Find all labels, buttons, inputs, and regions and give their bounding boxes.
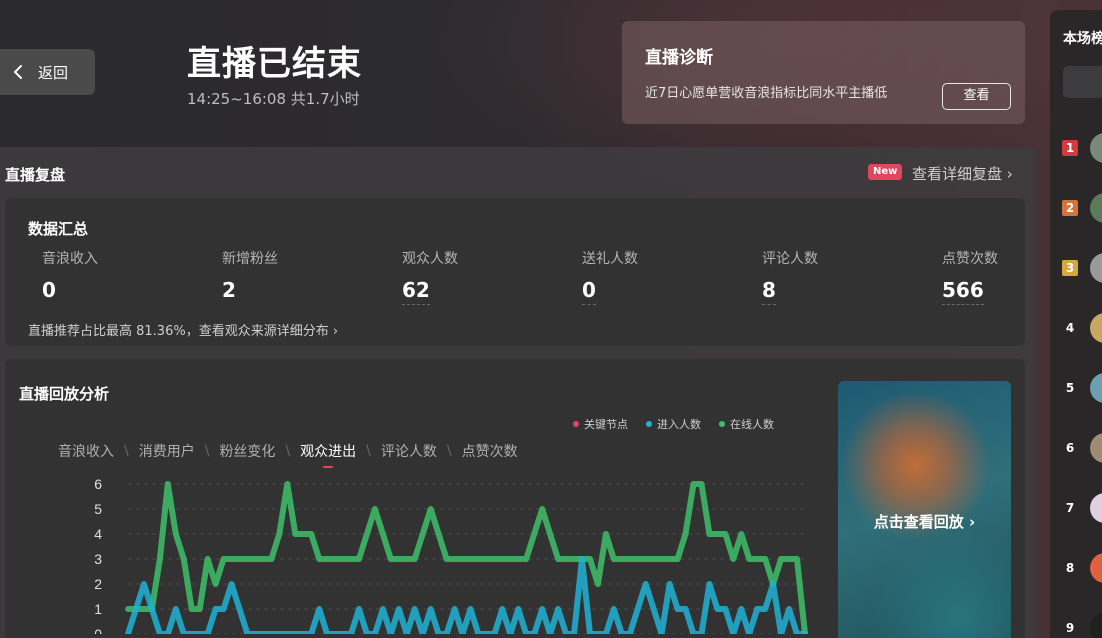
back-label: 返回 bbox=[38, 63, 69, 82]
metric-label: 新增粉丝 bbox=[222, 251, 278, 267]
replay-thumbnail[interactable]: 点击查看回放 › bbox=[838, 381, 1011, 638]
back-button[interactable]: 返回 bbox=[0, 49, 95, 95]
legend-dot bbox=[719, 421, 725, 427]
avatar bbox=[1090, 433, 1102, 463]
metric-value: 566 bbox=[942, 278, 984, 305]
tab-sound-wave[interactable]: 音浪收入 bbox=[58, 441, 114, 461]
tab-separator: \ bbox=[124, 443, 129, 459]
metric-value: 62 bbox=[402, 278, 430, 305]
rank-number: 3 bbox=[1062, 260, 1078, 276]
ranking-row[interactable]: 4 bbox=[1050, 313, 1102, 343]
avatar bbox=[1090, 493, 1102, 523]
review-section-title: 直播复盘 bbox=[5, 166, 66, 184]
metric-value: 0 bbox=[42, 278, 56, 302]
legend-label: 关键节点 bbox=[584, 418, 628, 431]
y-tick-label: 6 bbox=[94, 476, 102, 492]
rank-number: 5 bbox=[1065, 381, 1075, 395]
replay-title: 直播回放分析 bbox=[19, 385, 110, 403]
diagnosis-card: 直播诊断 近7日心愿单营收音浪指标比同水平主播低 查看 bbox=[622, 21, 1025, 124]
y-tick-label: 0 bbox=[94, 626, 102, 634]
metric-label: 评论人数 bbox=[762, 251, 818, 267]
rank-number: 4 bbox=[1065, 321, 1075, 335]
tab-separator: \ bbox=[285, 443, 291, 459]
legend-online: 在线人数 bbox=[719, 416, 774, 432]
watch-replay-label: 点击查看回放 › bbox=[873, 513, 976, 531]
tab-separator: \ bbox=[366, 443, 371, 459]
ranking-row[interactable]: 7 bbox=[1050, 493, 1102, 523]
ranking-row[interactable]: 8 bbox=[1050, 553, 1102, 583]
ranking-row[interactable]: 3 bbox=[1050, 253, 1102, 283]
rank-number: 2 bbox=[1062, 200, 1078, 216]
avatar bbox=[1090, 253, 1102, 283]
y-tick-label: 5 bbox=[94, 501, 102, 517]
avatar bbox=[1090, 373, 1102, 403]
audience-flow-chart: 6 5 4 3 2 1 0 bbox=[94, 476, 808, 634]
metric-value: 2 bbox=[222, 278, 236, 302]
chevron-left-icon bbox=[13, 65, 22, 79]
tab-commenters[interactable]: 评论人数 bbox=[381, 441, 437, 461]
metric-label: 观众人数 bbox=[402, 251, 458, 267]
ranking-row[interactable]: 5 bbox=[1050, 373, 1102, 403]
legend-label: 在线人数 bbox=[730, 418, 774, 431]
tab-likes[interactable]: 点赞次数 bbox=[462, 441, 518, 461]
tab-separator: \ bbox=[204, 443, 210, 459]
series-line-entries bbox=[125, 556, 808, 634]
avatar bbox=[1090, 613, 1102, 638]
tab-consumers[interactable]: 消费用户 bbox=[139, 441, 195, 461]
live-review-panel: 直播复盘 New 查看详细复盘 › 数据汇总 音浪收入 0 新增粉丝 2 观众人… bbox=[0, 147, 1037, 638]
tab-fan-change[interactable]: 粉丝变化 bbox=[219, 441, 275, 461]
metric-value: 0 bbox=[582, 278, 596, 305]
metric-commenters[interactable]: 评论人数 8 bbox=[762, 248, 922, 305]
tab-audience-flow[interactable]: 观众进出 bbox=[300, 441, 356, 468]
metric-label: 送礼人数 bbox=[582, 251, 638, 267]
page-title: 直播已结束 bbox=[187, 44, 362, 84]
summary-title: 数据汇总 bbox=[28, 220, 89, 238]
avatar bbox=[1090, 313, 1102, 343]
rank-number: 8 bbox=[1065, 561, 1075, 575]
avatar bbox=[1090, 133, 1102, 163]
ranking-row[interactable]: 6 bbox=[1050, 433, 1102, 463]
ranking-row[interactable]: 9 bbox=[1050, 613, 1102, 638]
y-tick-label: 2 bbox=[94, 576, 102, 592]
tab-separator: \ bbox=[446, 443, 452, 459]
diagnosis-view-button[interactable]: 查看 bbox=[942, 83, 1011, 110]
legend-dot bbox=[646, 421, 652, 427]
y-tick-label: 3 bbox=[94, 551, 102, 567]
rank-number: 9 bbox=[1065, 621, 1075, 635]
live-time-range: 14:25~16:08 共1.7小时 bbox=[187, 90, 360, 108]
rank-number: 7 bbox=[1065, 501, 1075, 515]
ranking-row[interactable]: 1 bbox=[1050, 133, 1102, 163]
legend-label: 进入人数 bbox=[657, 418, 701, 431]
metric-viewers[interactable]: 观众人数 62 bbox=[402, 248, 562, 305]
rank-number: 6 bbox=[1065, 441, 1075, 455]
new-badge: New bbox=[868, 164, 903, 180]
avatar bbox=[1090, 553, 1102, 583]
ranking-row[interactable]: 2 bbox=[1050, 193, 1102, 223]
metric-new-fans: 新增粉丝 2 bbox=[222, 248, 382, 302]
replay-analysis-card: 直播回放分析 关键节点 进入人数 在线人数 音浪收入 \ 消费用户 \ 粉丝变化… bbox=[5, 359, 1025, 638]
metric-label: 音浪收入 bbox=[42, 251, 98, 267]
avatar bbox=[1090, 193, 1102, 223]
data-summary-card: 数据汇总 音浪收入 0 新增粉丝 2 观众人数 62 送礼人数 0 评论人数 8… bbox=[5, 198, 1025, 346]
rank-number: 1 bbox=[1062, 140, 1078, 156]
chart-legend: 关键节点 进入人数 在线人数 bbox=[573, 416, 774, 432]
metric-gift-senders[interactable]: 送礼人数 0 bbox=[582, 248, 742, 305]
y-tick-label: 1 bbox=[94, 601, 102, 617]
detailed-review-link[interactable]: 查看详细复盘 › bbox=[912, 163, 1013, 184]
metric-sound-wave-income: 音浪收入 0 bbox=[42, 248, 202, 302]
metric-value: 8 bbox=[762, 278, 776, 305]
metric-tabs: 音浪收入 \ 消费用户 \ 粉丝变化 \ 观众进出 \ 评论人数 \ 点赞次数 bbox=[58, 441, 518, 468]
ranking-panel: 本场榜单 1 2 3 4 5 6 7 8 9 bbox=[1050, 10, 1102, 638]
legend-dot bbox=[573, 421, 579, 427]
y-tick-label: 4 bbox=[94, 526, 102, 542]
ranking-title: 本场榜单 bbox=[1063, 31, 1102, 47]
legend-entries: 进入人数 bbox=[646, 416, 701, 432]
diagnosis-title: 直播诊断 bbox=[645, 48, 713, 68]
legend-key-moments: 关键节点 bbox=[573, 416, 628, 432]
audience-source-link[interactable]: 直播推荐占比最高 81.36%，查看观众来源详细分布 › bbox=[28, 320, 338, 339]
diagnosis-text: 近7日心愿单营收音浪指标比同水平主播低 bbox=[645, 86, 888, 101]
ranking-search-box[interactable] bbox=[1063, 66, 1102, 98]
